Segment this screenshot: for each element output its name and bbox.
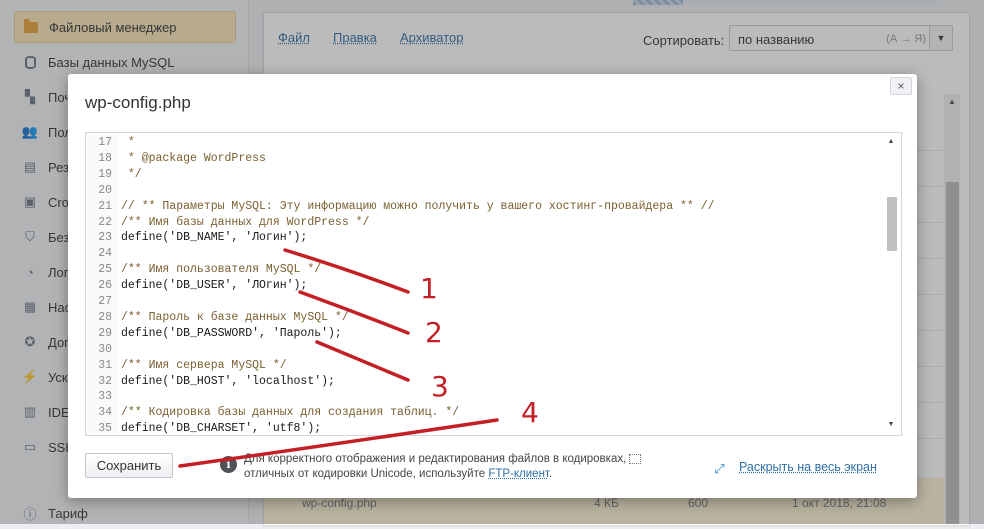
line-text: define('DB_PASSWORD', 'Пароль'); bbox=[121, 326, 342, 340]
line-text: define('DB_CHARSET', 'utf8'); bbox=[121, 422, 322, 436]
line-number: 26 bbox=[98, 279, 112, 293]
line-number: 35 bbox=[98, 422, 112, 436]
line-text: define('DB_USER', 'ЛОгин'); bbox=[121, 279, 308, 293]
line-text: * bbox=[121, 136, 135, 149]
line-number: 19 bbox=[98, 167, 112, 181]
line-number: 21 bbox=[98, 199, 112, 213]
line-text: /** Кодировка базы данных для создания т… bbox=[121, 406, 460, 420]
line-number: 29 bbox=[98, 326, 112, 340]
info-line-2-text: отличных от кодировки Unicode, используй… bbox=[244, 468, 489, 480]
encoding-info: Для корректного отображения и редактиров… bbox=[244, 452, 664, 482]
editor-scroll-up-icon[interactable]: ▲ bbox=[885, 136, 897, 146]
line-text: define('DB_NAME', 'Логин'); bbox=[121, 231, 308, 245]
fullscreen-icon[interactable]: ⤢ bbox=[712, 461, 727, 476]
info-line-2-suffix: . bbox=[548, 468, 553, 480]
info-line-2: отличных от кодировки Unicode, используй… bbox=[244, 467, 664, 482]
line-text: */ bbox=[121, 167, 142, 181]
line-number: 18 bbox=[98, 151, 112, 165]
line-text: /** Имя пользователя MySQL */ bbox=[121, 263, 322, 277]
code-editor[interactable]: 17 * 18 * @package WordPress 19 */20 21// *… bbox=[85, 132, 902, 436]
line-number: 34 bbox=[98, 406, 112, 420]
modal-title: wp-config.php bbox=[85, 93, 191, 112]
info-line-1: Для корректного отображения и редактиров… bbox=[244, 453, 627, 465]
line-number: 22 bbox=[98, 215, 112, 229]
line-text: /** Имя базы данных для WordPress */ bbox=[121, 215, 370, 229]
line-text: /** Пароль к базе данных MySQL */ bbox=[121, 310, 349, 324]
line-number: 17 bbox=[98, 136, 112, 149]
annotation-number-1: 1 bbox=[420, 272, 438, 305]
line-number: 28 bbox=[98, 310, 112, 324]
editor-scroll-down-icon[interactable]: ▼ bbox=[885, 419, 897, 429]
line-number: 24 bbox=[98, 247, 112, 261]
line-number: 33 bbox=[98, 390, 112, 404]
line-number: 20 bbox=[98, 183, 112, 197]
line-text: /** Имя сервера MySQL */ bbox=[121, 358, 287, 372]
editor-scrollbar-thumb[interactable] bbox=[887, 197, 897, 251]
keyboard-icon bbox=[629, 453, 642, 464]
annotation-number-2: 2 bbox=[425, 316, 443, 349]
line-text: // ** Параметры MySQL: Эту информацию мо… bbox=[121, 199, 715, 213]
line-text: define('DB_HOST', 'localhost'); bbox=[121, 374, 335, 388]
save-button[interactable]: Сохранить bbox=[85, 453, 173, 478]
annotation-number-4: 4 bbox=[521, 396, 539, 429]
info-icon: i bbox=[220, 456, 237, 473]
line-number: 31 bbox=[98, 358, 112, 372]
ftp-client-link[interactable]: FTP-клиент bbox=[488, 468, 549, 480]
fullscreen-link[interactable]: Раскрыть на весь экран bbox=[739, 460, 877, 474]
line-number: 30 bbox=[98, 342, 112, 356]
line-number: 32 bbox=[98, 374, 112, 388]
line-number: 23 bbox=[98, 231, 112, 245]
line-text: * @package WordPress bbox=[121, 151, 266, 165]
close-icon: × bbox=[897, 79, 905, 93]
close-button[interactable]: × bbox=[890, 77, 912, 95]
line-number: 27 bbox=[98, 295, 112, 308]
line-number: 25 bbox=[98, 263, 112, 277]
annotation-number-3: 3 bbox=[431, 370, 449, 403]
code-area[interactable]: 17 * 18 * @package WordPress 19 */20 21// *… bbox=[86, 133, 886, 435]
editor-modal: wp-config.php × 17 * 18 * @package WordPr… bbox=[68, 74, 917, 498]
